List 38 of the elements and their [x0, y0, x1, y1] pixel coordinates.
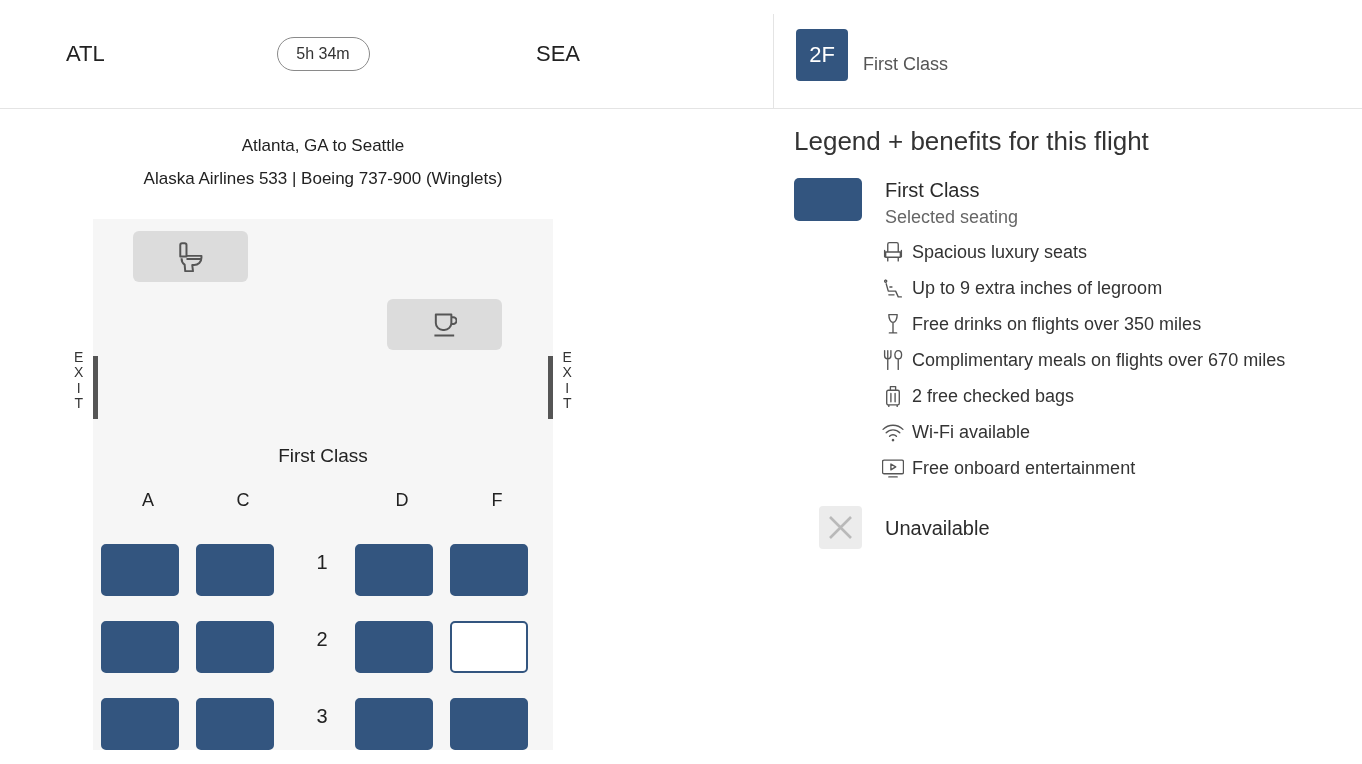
benefit-text: Wi-Fi available	[912, 421, 1031, 443]
cabin-title: First Class	[277, 444, 369, 468]
row-number: 3	[315, 704, 329, 728]
benefit-text: Free drinks on flights over 350 miles	[912, 313, 1202, 335]
exit-door-marker	[548, 356, 553, 419]
legend-title: Legend + benefits for this flight	[794, 125, 1150, 157]
row-number: 1	[315, 550, 329, 574]
toilet-icon	[178, 241, 203, 272]
column-letter: C	[235, 489, 251, 511]
column-letter: A	[141, 489, 155, 511]
flight-info-text: Alaska Airlines 533 | Boeing 737-900 (Winglets)	[142, 168, 504, 190]
benefit-text: 2 free checked bags	[912, 385, 1075, 407]
legend-description: Selected seating	[885, 206, 1020, 228]
reclined-seat-icon	[882, 277, 904, 299]
benefit-text: Complimentary meals on flights over 670 miles	[912, 349, 1286, 371]
exit-label: EXIT	[73, 350, 84, 412]
seat-cabin-label: First Class	[863, 54, 948, 75]
destination-code: SEA	[535, 41, 580, 67]
benefit-text: Free onboard entertainment	[912, 457, 1136, 479]
exit-label: EXIT	[562, 350, 573, 412]
coffee-cup-icon	[432, 312, 457, 337]
armchair-icon	[882, 241, 904, 263]
route-text: Atlanta, GA to Seattle	[240, 135, 406, 157]
seat-badge: 2F	[796, 28, 848, 81]
column-letter: F	[490, 489, 504, 511]
play-screen-icon	[882, 457, 904, 479]
exit-door-marker	[93, 356, 98, 419]
benefit-text: Spacious luxury seats	[912, 241, 1088, 263]
seat-button[interactable]	[450, 621, 528, 673]
seat-swatch-icon	[794, 178, 862, 221]
fork-spoon-icon	[882, 349, 904, 371]
legend-label: First Class	[885, 178, 981, 202]
row-number: 2	[315, 627, 329, 651]
benefit-text: Up to 9 extra inches of legroom	[912, 277, 1163, 299]
origin-code: ATL	[66, 41, 106, 67]
column-letter: D	[394, 489, 410, 511]
unavailable-seat-icon	[819, 506, 862, 549]
legend-label: Unavailable	[885, 515, 991, 540]
